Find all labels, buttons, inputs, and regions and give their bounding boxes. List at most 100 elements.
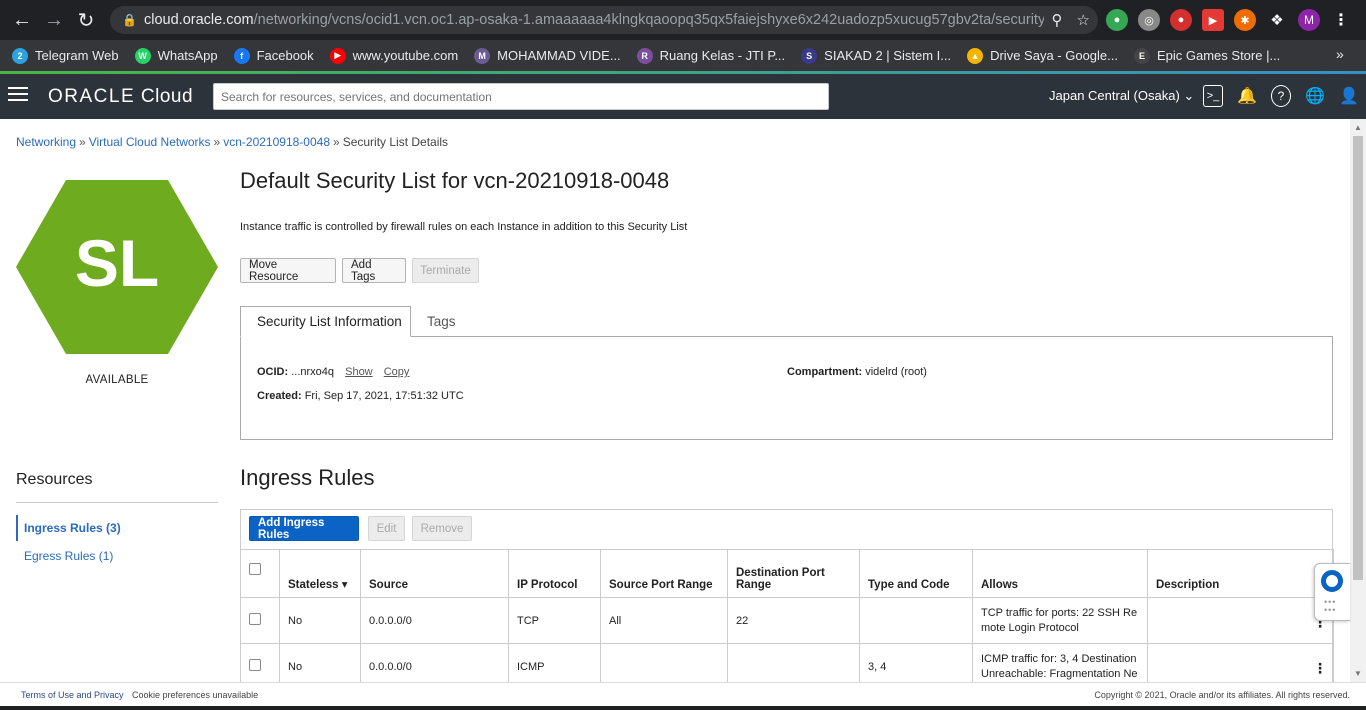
resource-egress-rules[interactable]: Egress Rules (1) xyxy=(16,543,218,569)
globe-extension-icon[interactable]: ◎ xyxy=(1138,9,1160,31)
oracle-cloud-logo[interactable]: ORACLE Cloud xyxy=(48,86,193,108)
lock-icon: 🔒 xyxy=(122,13,137,27)
forward-arrow-icon[interactable]: → xyxy=(38,4,70,36)
row-actions-kebab-icon[interactable]: ⋮ xyxy=(1313,660,1327,677)
bookmark-favicon-icon: ▶ xyxy=(329,47,346,64)
move-resource-button[interactable]: Move Resource xyxy=(240,258,336,283)
cell-type-code xyxy=(859,597,973,644)
breadcrumb-vcns[interactable]: Virtual Cloud Networks xyxy=(89,135,211,149)
breadcrumb-vcn[interactable]: vcn-20210918-0048 xyxy=(223,135,330,149)
cell-allows: TCP traffic for ports: 22 SSH Re mote Lo… xyxy=(972,597,1148,644)
table-header-row: Stateless ▾ Source IP Protocol Source Po… xyxy=(240,549,1334,598)
zoom-icon[interactable]: ⚲ xyxy=(1052,11,1063,29)
bell-icon[interactable]: 🔔 xyxy=(1237,85,1257,107)
cell-protocol: TCP xyxy=(508,597,601,644)
bookmark-item[interactable]: E Epic Games Store |... xyxy=(1133,47,1280,64)
cell-stateless: No xyxy=(279,597,361,644)
col-stateless[interactable]: Stateless ▾ xyxy=(279,549,361,598)
bookmark-item[interactable]: W WhatsApp xyxy=(134,47,218,64)
resource-ingress-rules[interactable]: Ingress Rules (3) xyxy=(16,515,218,541)
remove-button[interactable]: Remove xyxy=(412,516,472,541)
bookmarks-overflow-icon[interactable]: » xyxy=(1336,46,1352,62)
cell-source: 0.0.0.0/0 xyxy=(360,643,509,682)
extension-icon[interactable]: ● xyxy=(1106,9,1128,31)
col-destination-port-range[interactable]: Destination Port Range xyxy=(727,549,860,598)
bookmark-label: Drive Saya - Google... xyxy=(990,48,1118,63)
bookmark-item[interactable]: ▲ Drive Saya - Google... xyxy=(967,47,1118,64)
back-arrow-icon[interactable]: ← xyxy=(6,4,38,36)
row-checkbox[interactable] xyxy=(249,613,261,625)
bookmark-favicon-icon: R xyxy=(636,47,653,64)
browser-toolbar: ← → ↻ 🔒 cloud.oracle.com/networking/vcns… xyxy=(0,0,1366,40)
lifebuoy-icon[interactable] xyxy=(1321,570,1343,592)
cell-source-port: All xyxy=(600,597,728,644)
hamburger-menu-icon[interactable] xyxy=(8,87,28,103)
add-ingress-rules-button[interactable]: Add Ingress Rules xyxy=(249,516,359,541)
cookie-notice: Cookie preferences unavailable xyxy=(132,690,259,700)
bookmark-label: Facebook xyxy=(256,48,314,63)
bookmark-item[interactable]: ▶ www.youtube.com xyxy=(329,47,458,64)
row-select-cell xyxy=(240,643,280,682)
cell-type-code: 3, 4 xyxy=(859,643,973,682)
bookmark-item[interactable]: f Facebook xyxy=(233,47,314,64)
add-tags-button[interactable]: Add Tags xyxy=(342,258,406,283)
col-description[interactable]: Description xyxy=(1147,549,1334,598)
console-search-input[interactable] xyxy=(213,83,829,110)
bookmark-item[interactable]: S SIAKAD 2 | Sistem I... xyxy=(801,47,951,64)
terms-link[interactable]: Terms of Use and Privacy xyxy=(21,690,124,700)
drag-handle-icon[interactable]: ••• ••• xyxy=(1324,598,1336,615)
scrollbar-thumb[interactable] xyxy=(1353,136,1363,580)
cell-description: ⋮ xyxy=(1147,597,1334,644)
help-icon[interactable]: ? xyxy=(1271,85,1291,107)
select-all-checkbox[interactable] xyxy=(249,563,261,575)
extension-icon[interactable]: ✱ xyxy=(1234,9,1256,31)
user-profile-icon[interactable]: 👤 xyxy=(1339,85,1359,107)
bookmark-item[interactable]: 2 Telegram Web xyxy=(12,47,119,64)
copyright: Copyright © 2021, Oracle and/or its affi… xyxy=(1094,690,1350,700)
menu-kebab-icon[interactable]: ⋮ xyxy=(1330,9,1352,31)
bookmark-item[interactable]: R Ruang Kelas - JTI P... xyxy=(636,47,785,64)
help-widget[interactable]: ••• ••• xyxy=(1314,563,1350,621)
row-checkbox[interactable] xyxy=(249,659,261,671)
tab-tags[interactable]: Tags xyxy=(411,306,472,337)
region-selector[interactable]: Japan Central (Osaka) ⌄ xyxy=(1049,88,1194,104)
col-source[interactable]: Source xyxy=(360,549,509,598)
tab-security-list-information[interactable]: Security List Information xyxy=(240,306,411,337)
cell-destination-port: 22 xyxy=(727,597,860,644)
col-type-and-code[interactable]: Type and Code xyxy=(859,549,973,598)
profile-avatar[interactable]: M xyxy=(1298,9,1320,31)
row-select-cell xyxy=(240,597,280,644)
page-scrollbar[interactable]: ▲ ▼ xyxy=(1350,119,1366,682)
cell-source: 0.0.0.0/0 xyxy=(360,597,509,644)
breadcrumb-networking[interactable]: Networking xyxy=(16,135,76,149)
page-content: Networking» Virtual Cloud Networks» vcn-20… xyxy=(0,119,1350,682)
cloud-shell-icon[interactable]: >_ xyxy=(1203,85,1223,107)
edit-button[interactable]: Edit xyxy=(368,516,405,541)
bookmark-star-icon[interactable]: ☆ xyxy=(1077,11,1090,29)
col-ip-protocol[interactable]: IP Protocol xyxy=(508,549,601,598)
terminate-button[interactable]: Terminate xyxy=(412,258,479,283)
ingress-rules-table: Stateless ▾ Source IP Protocol Source Po… xyxy=(240,549,1334,682)
ocid-copy-link[interactable]: Copy xyxy=(384,366,410,378)
resource-initials: SL xyxy=(74,226,160,300)
scroll-down-arrow-icon[interactable]: ▼ xyxy=(1354,669,1362,678)
extension-icon[interactable]: ● xyxy=(1170,9,1192,31)
created-row: Created: Fri, Sep 17, 2021, 17:51:32 UTC xyxy=(257,390,464,402)
ocid-show-link[interactable]: Show xyxy=(345,366,373,378)
page-description: Instance traffic is controlled by firewa… xyxy=(240,221,688,233)
extension-icon[interactable]: ▶ xyxy=(1202,9,1224,31)
resources-divider xyxy=(16,502,218,503)
col-allows[interactable]: Allows xyxy=(972,549,1148,598)
bookmark-item[interactable]: M MOHAMMAD VIDE... xyxy=(474,47,621,64)
puzzle-icon[interactable]: ❖ xyxy=(1266,9,1288,31)
bookmark-favicon-icon: W xyxy=(134,47,151,64)
bookmark-favicon-icon: ▲ xyxy=(967,47,984,64)
globe-icon[interactable]: 🌐 xyxy=(1305,85,1325,107)
bookmark-favicon-icon: f xyxy=(233,47,250,64)
reload-icon[interactable]: ↻ xyxy=(70,4,102,36)
bookmark-label: MOHAMMAD VIDE... xyxy=(497,48,621,63)
info-panel: OCID: ...nrxo4q Show Copy Created: Fri, … xyxy=(240,336,1333,440)
col-source-port-range[interactable]: Source Port Range xyxy=(600,549,728,598)
scroll-up-arrow-icon[interactable]: ▲ xyxy=(1354,123,1362,132)
address-bar[interactable]: 🔒 cloud.oracle.com/networking/vcns/ocid1… xyxy=(110,6,1098,34)
